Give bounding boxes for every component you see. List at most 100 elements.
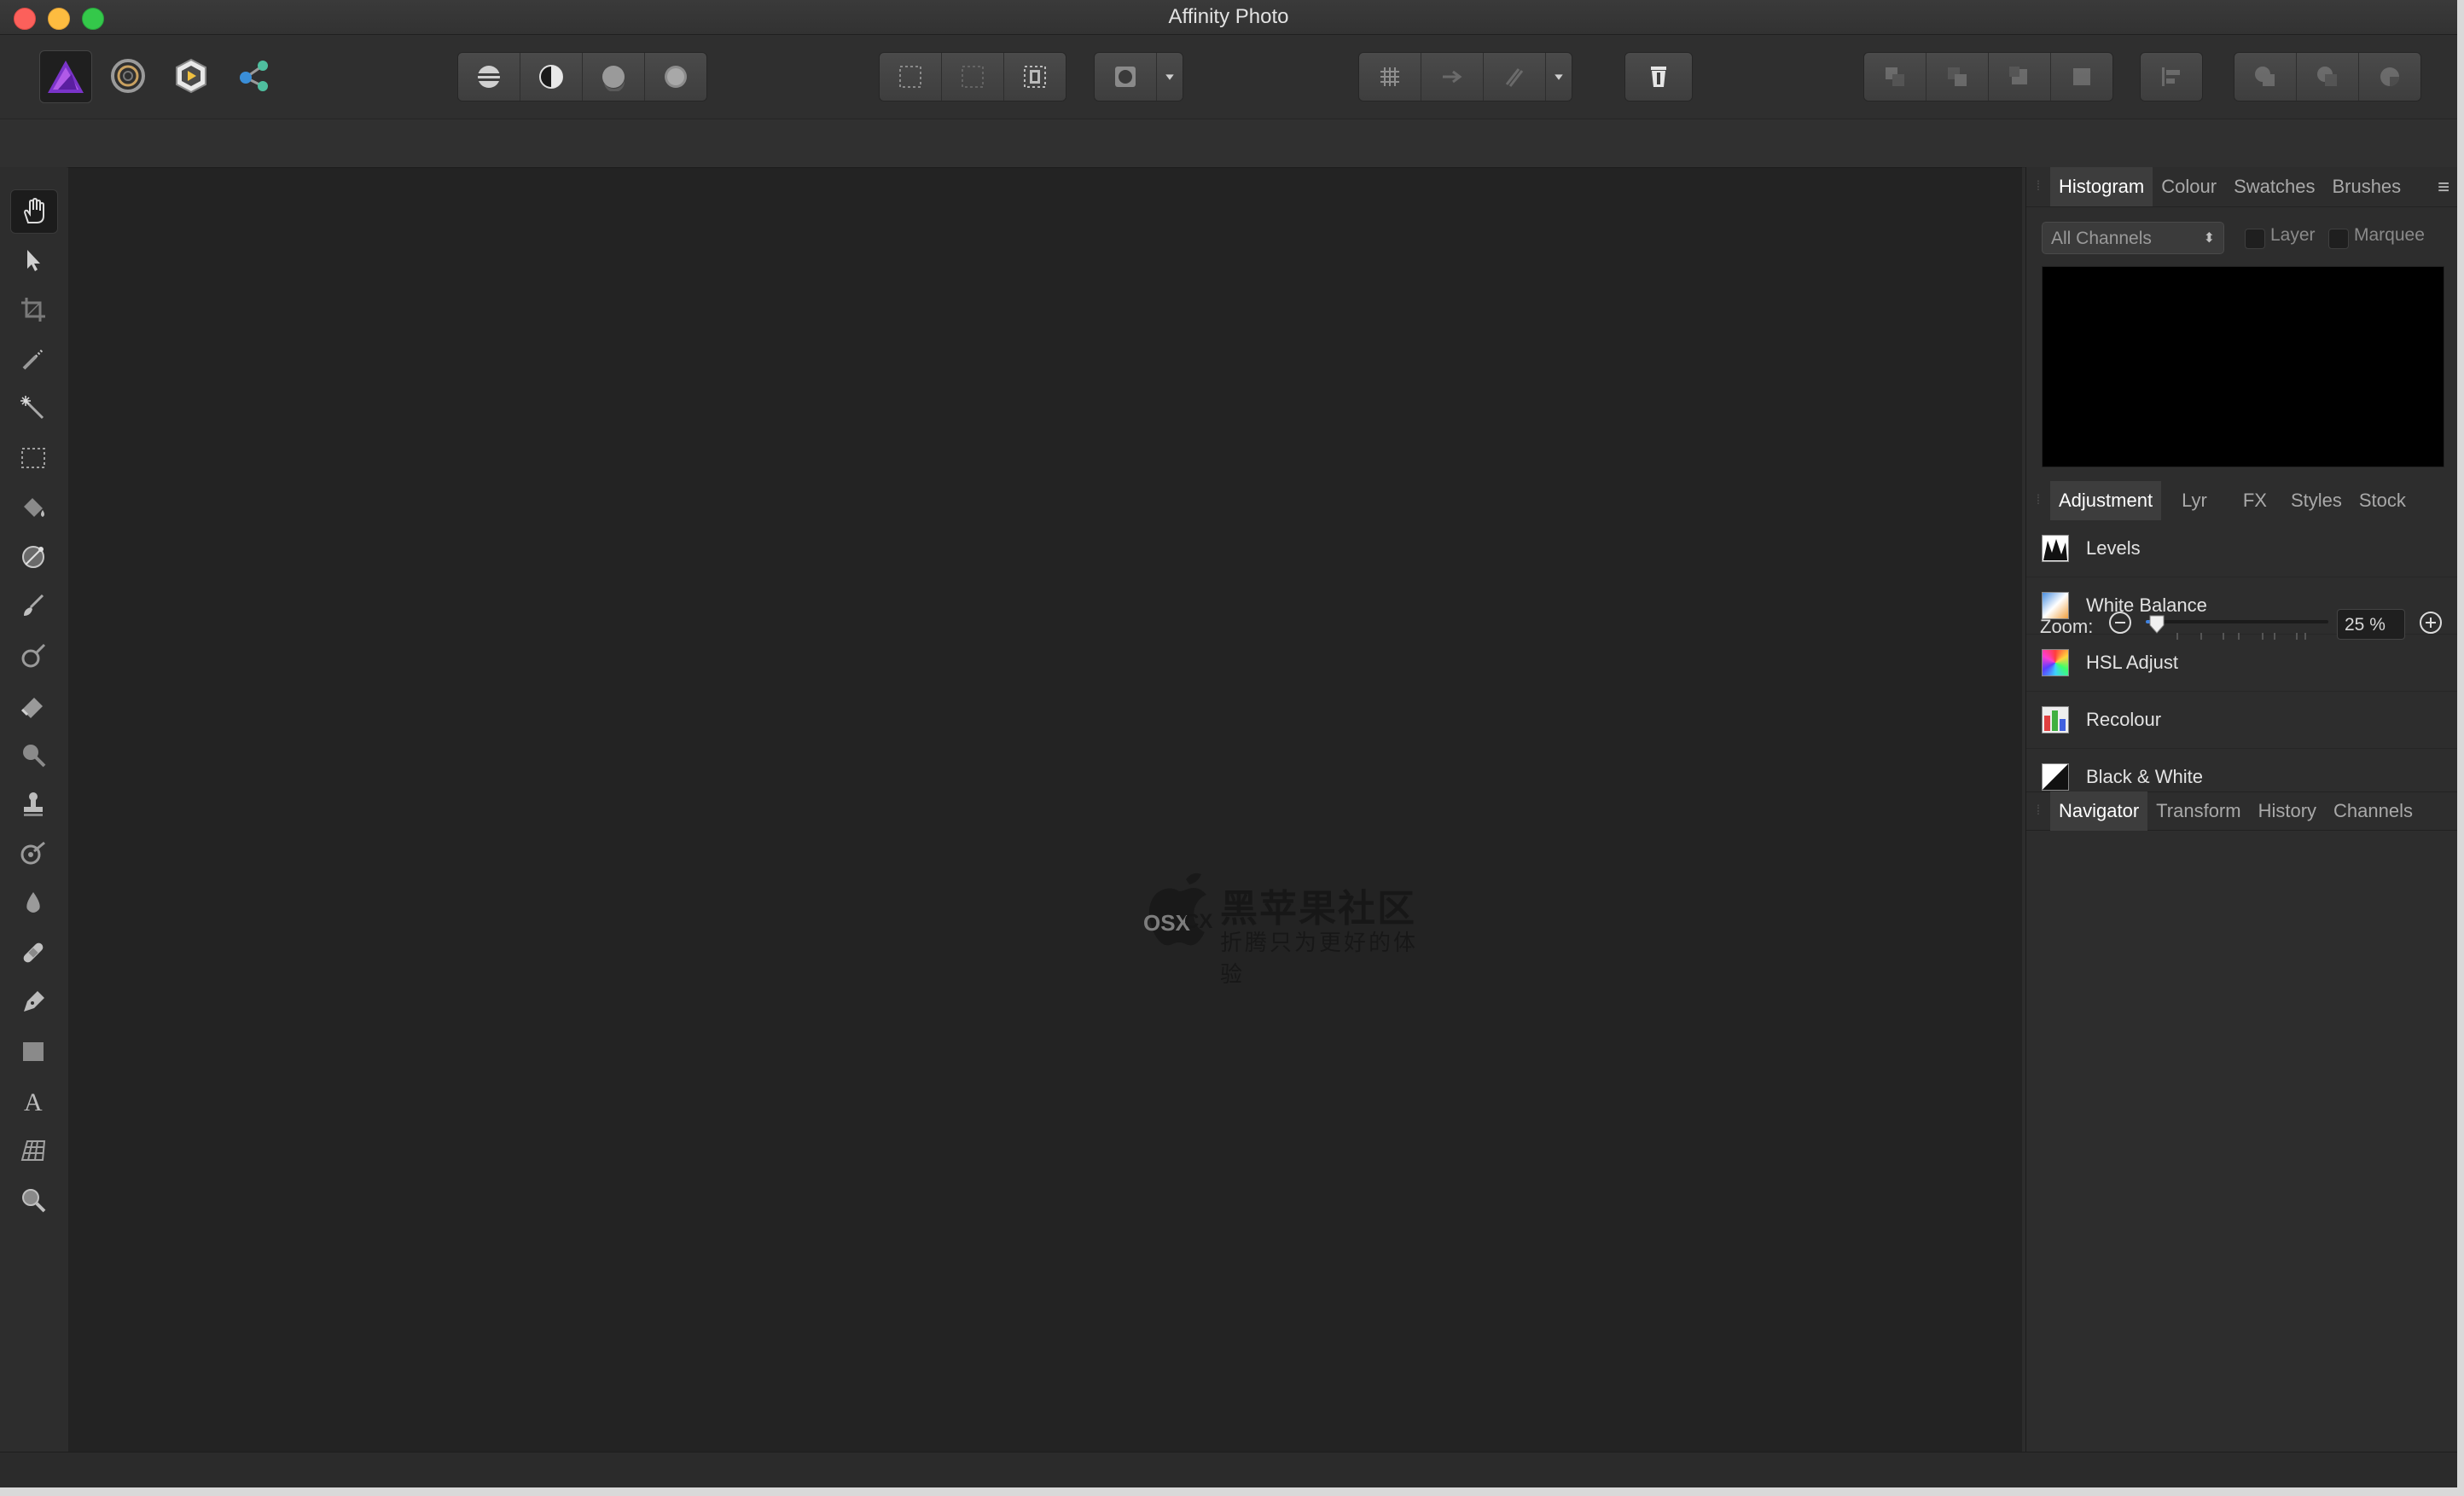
add-shape-button[interactable] <box>2234 53 2297 101</box>
liquify-icon <box>111 59 145 93</box>
rectangle-marquee-icon <box>21 448 45 468</box>
move-to-back-icon <box>1886 67 1904 86</box>
liquify-persona-button[interactable] <box>102 50 154 101</box>
adjustment-label: Levels <box>2086 537 2141 559</box>
zoom-in-icon[interactable] <box>2419 611 2443 635</box>
tab-stock[interactable]: Stock <box>2351 481 2415 520</box>
panel-grip-icon[interactable]: ⁞ <box>2026 791 2050 831</box>
tab-colour[interactable]: Colour <box>2153 167 2225 206</box>
photo-persona-button[interactable] <box>39 50 92 103</box>
gradient-icon <box>22 546 44 568</box>
panel-menu-icon[interactable]: ≡ <box>2438 176 2449 200</box>
adjustment-label: White Balance <box>2086 594 2207 616</box>
healing-brush-tool[interactable] <box>10 931 56 974</box>
tab-swatches[interactable]: Swatches <box>2225 167 2323 206</box>
force-snapping-button[interactable] <box>1484 53 1546 101</box>
subtract-shape-button[interactable] <box>2297 53 2359 101</box>
rectangle-tool[interactable] <box>10 1030 56 1073</box>
zoom-tick <box>2176 633 2178 640</box>
zoom-slider[interactable] <box>2146 615 2328 634</box>
adjustment-hsl[interactable]: HSL Adjust <box>2026 635 2457 692</box>
red-eye-tool[interactable] <box>10 832 56 875</box>
tab-layers[interactable]: Lyr <box>2161 481 2228 520</box>
rectangle-shape-icon <box>23 1042 44 1061</box>
clone-brush-tool[interactable] <box>10 783 56 826</box>
auto-white-balance-button[interactable] <box>645 53 706 101</box>
watermark-title: 黑苹果社区 <box>1220 888 1416 930</box>
invert-selection-button[interactable] <box>1004 53 1066 101</box>
auto-contrast-button[interactable] <box>520 53 583 101</box>
align-button[interactable] <box>2141 53 2202 101</box>
move-back-one-button[interactable] <box>1926 53 1989 101</box>
dodge-brush-tool[interactable] <box>10 635 56 677</box>
intersect-shape-button[interactable] <box>2359 53 2420 101</box>
pen-tool[interactable] <box>10 981 56 1023</box>
adjustment-recolour[interactable]: Recolour <box>2026 692 2457 749</box>
auto-levels-button[interactable] <box>458 53 520 101</box>
adjustment-levels[interactable]: Levels <box>2026 520 2457 577</box>
tab-brushes[interactable]: Brushes <box>2323 167 2409 206</box>
align-snapping-button[interactable] <box>1421 53 1484 101</box>
gradient-tool[interactable] <box>10 536 56 578</box>
panel-grip-icon[interactable]: ⁞ <box>2026 481 2050 520</box>
smudge-tool[interactable] <box>10 734 56 776</box>
tab-adjustment[interactable]: Adjustment <box>2050 481 2162 520</box>
layer-checkbox[interactable] <box>2245 229 2265 249</box>
snapping-dropdown[interactable] <box>1546 53 1572 101</box>
paint-brush-tool[interactable] <box>10 585 56 628</box>
paint-brush-icon <box>24 594 44 616</box>
channel-select[interactable]: All Channels ⬍ <box>2042 222 2224 254</box>
crop-tool[interactable] <box>10 288 56 331</box>
dodge-icon <box>21 643 46 668</box>
pen-nib-icon <box>24 991 44 1012</box>
move-forward-one-button[interactable] <box>1989 53 2051 101</box>
delete-button-group <box>1624 52 1693 101</box>
delete-button[interactable] <box>1625 53 1692 101</box>
quick-mask-dropdown[interactable] <box>1157 53 1183 101</box>
quick-mask-button[interactable] <box>1095 53 1157 101</box>
magnifier-icon <box>22 1189 46 1213</box>
move-to-front-icon <box>2073 68 2090 85</box>
grid-snapping-button[interactable] <box>1359 53 1421 101</box>
develop-persona-button[interactable] <box>166 50 217 101</box>
tab-fx[interactable]: FX <box>2228 481 2282 520</box>
zoom-tick <box>2238 633 2240 640</box>
channel-select-value: All Channels <box>2051 229 2152 248</box>
adjustment-label: Recolour <box>2086 709 2162 730</box>
zoom-value-field[interactable]: 25 % <box>2337 609 2405 640</box>
marquee-checkbox[interactable] <box>2328 229 2349 249</box>
export-persona-button[interactable] <box>229 50 280 101</box>
blur-brush-tool[interactable] <box>10 882 56 925</box>
tab-channels[interactable]: Channels <box>2325 791 2421 831</box>
watermark: OSX CX 黑苹果社区 折腾只为更好的体验 <box>1135 869 1442 987</box>
auto-colour-button[interactable] <box>583 53 645 101</box>
move-tool[interactable] <box>10 239 56 281</box>
auto-colour-icon <box>602 66 625 91</box>
adjustment-black-white[interactable]: Black & White <box>2026 749 2457 792</box>
mesh-warp-tool[interactable] <box>10 1129 56 1172</box>
histogram-display <box>2042 266 2444 467</box>
tab-navigator[interactable]: Navigator <box>2050 791 2148 831</box>
tab-histogram[interactable]: Histogram <box>2050 167 2153 206</box>
zoom-tool[interactable] <box>10 1179 56 1221</box>
zoom-out-icon[interactable] <box>2108 611 2132 635</box>
tab-transform[interactable]: Transform <box>2147 791 2249 831</box>
watermark-cx: CX <box>1184 910 1213 933</box>
zoom-slider-thumb[interactable] <box>2149 615 2165 634</box>
arrow-pointer-icon <box>27 250 40 271</box>
panel-grip-icon[interactable]: ⁞ <box>2026 167 2050 206</box>
marquee-tool[interactable] <box>10 437 56 479</box>
document-canvas[interactable]: OSX CX 黑苹果社区 折腾只为更好的体验 <box>68 167 2022 1453</box>
move-to-front-button[interactable] <box>2051 53 2112 101</box>
tab-styles[interactable]: Styles <box>2282 481 2351 520</box>
view-tool[interactable] <box>10 189 58 234</box>
selection-brush-tool[interactable] <box>10 338 56 380</box>
tab-history[interactable]: History <box>2250 791 2325 831</box>
move-to-back-button[interactable] <box>1864 53 1926 101</box>
text-tool[interactable]: A <box>10 1080 56 1122</box>
flood-select-tool[interactable] <box>10 387 56 430</box>
select-all-button[interactable] <box>880 53 942 101</box>
flood-fill-tool[interactable] <box>10 486 56 529</box>
deselect-button[interactable] <box>942 53 1004 101</box>
eraser-tool[interactable] <box>10 684 56 727</box>
